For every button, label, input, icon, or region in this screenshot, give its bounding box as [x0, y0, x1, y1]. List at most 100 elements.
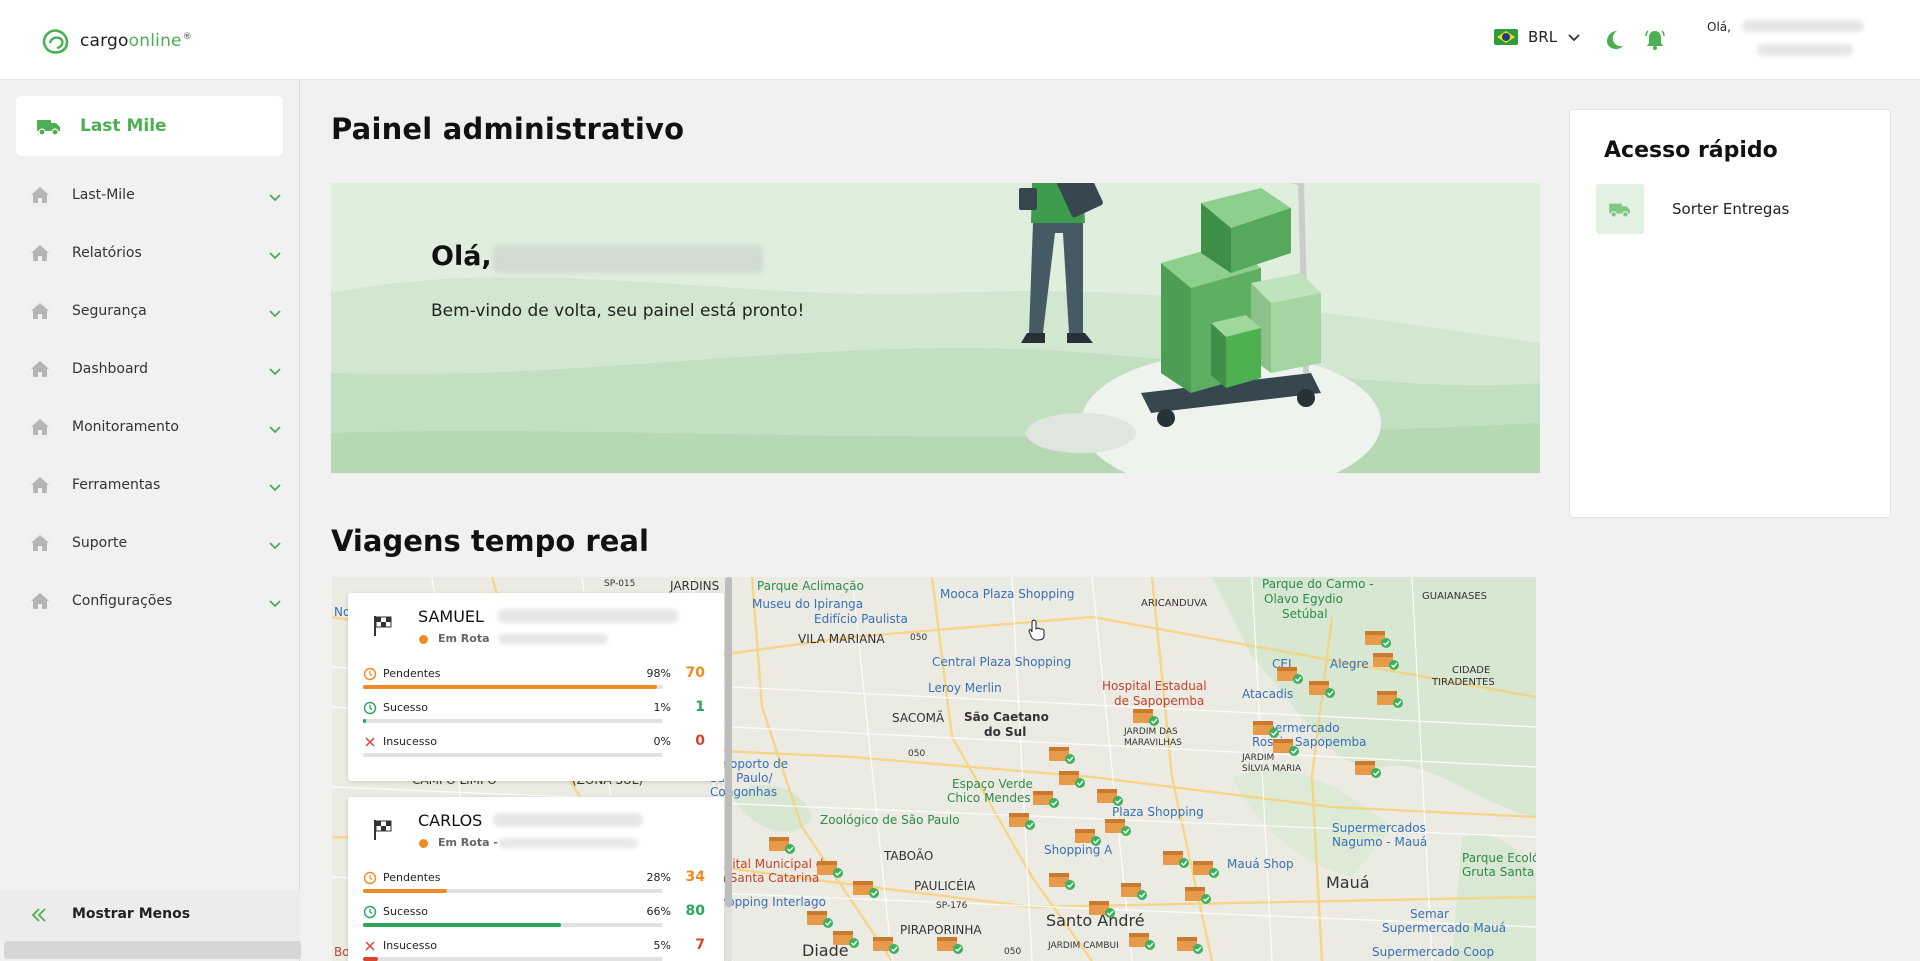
package-marker-icon[interactable] [768, 833, 796, 855]
trips-scrollbar-thumb[interactable] [725, 577, 732, 907]
sidebar-item-seguranca[interactable]: Segurança [0, 289, 300, 335]
metric-pendentes: Pendentes 28% 34 [363, 869, 713, 899]
package-marker-icon[interactable] [852, 877, 880, 899]
package-marker-icon[interactable] [1162, 847, 1190, 869]
sidebar-item-dashboard[interactable]: Dashboard [0, 347, 300, 393]
home-icon [31, 361, 49, 377]
user-role-redacted [1757, 44, 1853, 56]
metric-value: 0 [695, 733, 705, 749]
package-marker-icon[interactable] [1058, 767, 1086, 789]
metric-track [363, 719, 663, 723]
quick-access-panel: Acesso rápido Sorter Entregas [1569, 109, 1891, 518]
package-marker-icon[interactable] [1048, 743, 1076, 765]
trips-panel: SAMUEL Em Rota Pendentes 98% 70 Sucesso … [332, 577, 732, 961]
package-marker-icon[interactable] [872, 933, 900, 955]
sidebar-item-suporte[interactable]: Suporte [0, 521, 300, 567]
brand-name: cargoonline® [80, 31, 192, 51]
realtime-trips-map[interactable]: Novo Osasco JARDINS SP-015 Parque Aclima… [332, 577, 1536, 961]
package-marker-icon[interactable] [1032, 787, 1060, 809]
map-label: CIDADE [1452, 665, 1491, 676]
metric-value: 1 [695, 699, 705, 715]
map-label: Parque Aclimação [757, 579, 864, 593]
package-marker-icon[interactable] [1372, 649, 1400, 671]
package-marker-icon[interactable] [1364, 627, 1392, 649]
package-marker-icon[interactable] [1074, 825, 1102, 847]
map-label: 050 [910, 633, 928, 643]
checkered-flag-icon [374, 820, 392, 840]
sidebar-item-last-mile[interactable]: Last-Mile [0, 173, 300, 219]
sidebar-item-relatorios[interactable]: Relatórios [0, 231, 300, 277]
trip-card[interactable]: CARLOS Em Rota - Pendentes 28% 34 Sucess… [348, 797, 724, 961]
sidebar-scrollbar[interactable] [4, 941, 301, 959]
package-marker-icon[interactable] [1276, 663, 1304, 685]
package-marker-icon[interactable] [936, 933, 964, 955]
currency-selector[interactable]: BRL [1494, 28, 1581, 46]
status-dot [419, 635, 428, 644]
map-label: JARDIM CAMBUI [1048, 941, 1119, 951]
map-label: Supermercados [1332, 821, 1426, 835]
metric-value: 7 [695, 937, 705, 953]
map-label: Edifício Paulista [814, 612, 908, 626]
map-label: 050 [908, 749, 926, 759]
package-marker-icon[interactable] [806, 907, 834, 929]
map-label: PAULICÉIA [914, 879, 976, 893]
package-marker-icon[interactable] [832, 927, 860, 949]
package-marker-icon[interactable] [1088, 897, 1116, 919]
sidebar-item-monitoramento[interactable]: Monitoramento [0, 405, 300, 451]
map-label: Leroy Merlin [928, 681, 1002, 695]
package-marker-icon[interactable] [1176, 933, 1204, 955]
sidebar: Last Mile Last-Mile Relatórios Segurança… [0, 80, 301, 961]
sidebar-item-configuracoes[interactable]: Configurações [0, 579, 300, 625]
map-label: Chico Mendes [947, 791, 1031, 805]
brand-logo[interactable]: cargoonline® [38, 26, 192, 56]
module-last-mile[interactable]: Last Mile [16, 96, 283, 156]
map-label: GUAIANASES [1422, 591, 1488, 602]
map-label: Nagumo - Mauá [1332, 835, 1428, 849]
map-label: TABOÃO [884, 849, 934, 863]
sidebar-item-label: Suporte [72, 535, 128, 551]
welcome-hello: Olá, [431, 241, 492, 272]
close-icon [365, 941, 375, 951]
trip-card[interactable]: SAMUEL Em Rota Pendentes 98% 70 Sucesso … [348, 593, 724, 781]
home-icon [31, 477, 49, 493]
metric-label: Sucesso [383, 701, 428, 714]
package-marker-icon[interactable] [816, 857, 844, 879]
delivery-worker-illustration [1019, 183, 1381, 473]
chevron-down-icon [269, 368, 281, 376]
package-marker-icon[interactable] [1132, 705, 1160, 727]
home-icon [31, 593, 49, 609]
home-icon [31, 419, 49, 435]
sidebar-item-label: Dashboard [72, 361, 148, 377]
truck-icon [1609, 203, 1630, 218]
clock-icon [363, 667, 377, 681]
bell-icon[interactable] [1643, 28, 1667, 52]
metric-label: Insucesso [383, 735, 437, 748]
collapse-menu-button[interactable]: Mostrar Menos [0, 890, 300, 940]
quick-access-title: Acesso rápido [1604, 138, 1778, 163]
quick-access-sorter-entregas[interactable]: Sorter Entregas [1596, 184, 1866, 234]
package-marker-icon[interactable] [1184, 883, 1212, 905]
package-marker-icon[interactable] [1376, 687, 1404, 709]
package-marker-icon[interactable] [1048, 869, 1076, 891]
package-marker-icon[interactable] [1104, 815, 1132, 837]
metric-label: Sucesso [383, 905, 428, 918]
package-marker-icon[interactable] [1354, 757, 1382, 779]
chevron-down-icon [269, 252, 281, 260]
currency-label: BRL [1528, 28, 1558, 46]
package-marker-icon[interactable] [1192, 857, 1220, 879]
checkered-flag-icon [374, 616, 392, 636]
sidebar-item-ferramentas[interactable]: Ferramentas [0, 463, 300, 509]
metric-track [363, 957, 663, 961]
metric-value: 80 [685, 903, 705, 919]
moon-icon[interactable] [1602, 28, 1626, 52]
metric-value: 70 [685, 665, 705, 681]
package-marker-icon[interactable] [1096, 785, 1124, 807]
package-marker-icon[interactable] [1308, 677, 1336, 699]
package-marker-icon[interactable] [1120, 879, 1148, 901]
package-marker-icon[interactable] [1272, 735, 1300, 757]
metric-fill [363, 685, 657, 689]
package-marker-icon[interactable] [1128, 929, 1156, 951]
map-label: Mauá [1326, 873, 1370, 892]
chevron-down-icon [269, 484, 281, 492]
package-marker-icon[interactable] [1008, 809, 1036, 831]
